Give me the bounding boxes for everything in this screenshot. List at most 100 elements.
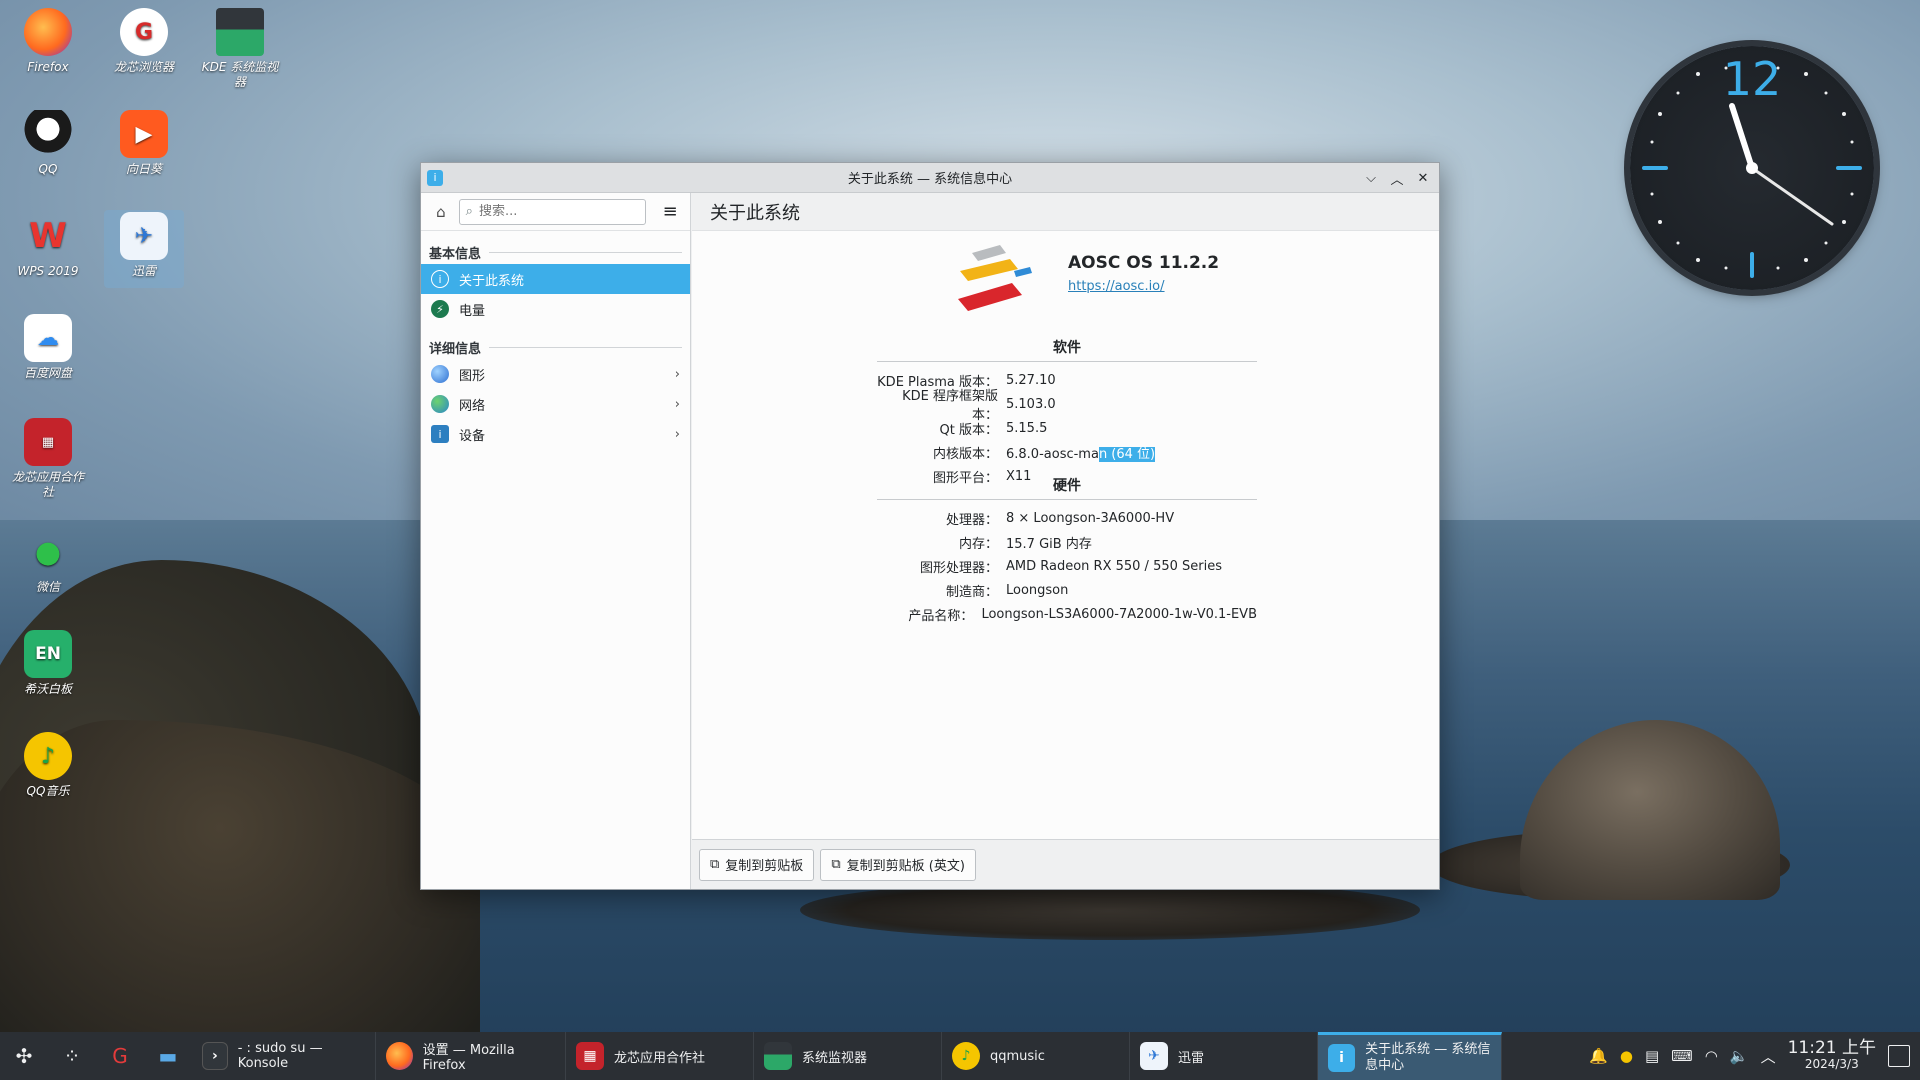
clock-date: 2024/3/3 (1804, 1057, 1859, 1071)
clock-face-icon (1642, 66, 1862, 278)
qqmusic-icon: ♪ (952, 1042, 980, 1070)
task-konsole[interactable]: › - : sudo su — Konsole (192, 1032, 376, 1080)
task-label: 设置 — Mozilla Firefox (422, 1043, 515, 1073)
info-key: 处理器： (945, 512, 998, 528)
hardware-header: 硬件 (877, 475, 1257, 500)
wechat-icon: ● (34, 534, 62, 570)
info-row: 内核版本： 6.8.0-aosc-man (64 位) (877, 440, 1257, 464)
sidebar-item-devices[interactable]: i 设备 › (421, 419, 690, 449)
text-selection: n (64 位) (1098, 446, 1156, 462)
desktop-icon-xunlei[interactable]: ✈ 迅雷 (104, 210, 184, 288)
task-system-monitor[interactable]: 系统监视器 (754, 1032, 942, 1080)
devices-icon: i (431, 425, 449, 443)
info-icon: i (431, 270, 449, 288)
wifi-icon[interactable]: ◠ (1705, 1047, 1718, 1065)
show-desktop-icon[interactable] (1888, 1045, 1910, 1067)
section-basic-info: 基本信息 (421, 231, 690, 264)
baidu-netdisk-icon: ☁ (24, 314, 72, 362)
sidebar-item-network[interactable]: 网络 › (421, 389, 690, 419)
info-value: 5.27.10 (1006, 372, 1056, 388)
desktop-icon-firefox[interactable]: Firefox (8, 8, 88, 75)
hamburger-menu-icon[interactable]: ≡ (658, 200, 682, 224)
taskbar: ✣ ⁘ G ▬ › - : sudo su — Konsole 设置 — Moz… (0, 1032, 1920, 1080)
sunlogin-icon: ▶ (120, 110, 168, 158)
info-icon: i (1328, 1043, 1356, 1072)
wps-icon: W (29, 215, 67, 256)
desktop-icon-label: QQ (38, 162, 58, 176)
copy-english-button[interactable]: ⧉ 复制到剪贴板 (英文) (820, 848, 976, 881)
volume-icon[interactable]: 🔈 (1730, 1047, 1749, 1065)
clock-widget: 12 (1630, 46, 1874, 290)
desktop-icon-label: 龙芯浏览器 (113, 60, 174, 74)
search-field[interactable]: ⌕ (458, 198, 647, 225)
home-icon[interactable]: ⌂ (429, 200, 453, 224)
info-row: 产品名称： Loongson-LS3A6000-7A2000-1w-V0.1-E… (877, 602, 1257, 626)
main-panel: 关于此系统 AOSC OS 11.2.2 https://aosc.io/ 软件… (692, 193, 1439, 889)
sidebar-item-graphics[interactable]: 图形 › (421, 359, 690, 389)
taskbar-clock[interactable]: 11:21 上午 2024/3/3 (1788, 1040, 1876, 1072)
application-launcher-icon[interactable]: ✣ (0, 1032, 48, 1080)
chevron-up-icon[interactable]: ︿ (1761, 1046, 1776, 1067)
desktop-icon-qqmusic[interactable]: ♪ QQ音乐 (8, 732, 88, 799)
task-label: - : sudo su — Konsole (237, 1041, 323, 1071)
info-value: AMD Radeon RX 550 / 550 Series (1006, 558, 1222, 574)
minimize-icon[interactable]: ⌵ (1361, 168, 1381, 188)
task-loongson-store[interactable]: ▦ 龙芯应用合作社 (566, 1032, 754, 1080)
xunlei-icon: ✈ (1140, 1042, 1168, 1070)
window-titlebar[interactable]: i 关于此系统 — 系统信息中心 ⌵ ︿ ✕ (421, 163, 1439, 193)
chevron-right-icon: › (674, 426, 680, 442)
desktop-icon-wps[interactable]: W WPS 2019 (8, 212, 88, 279)
desktop-icon-label: 向日葵 (125, 162, 162, 176)
copy-icon: ⧉ (710, 857, 720, 872)
close-icon[interactable]: ✕ (1413, 168, 1433, 188)
sidebar-item-label: 图形 (459, 368, 486, 384)
task-xunlei[interactable]: ✈ 迅雷 (1130, 1032, 1318, 1080)
task-label: 迅雷 (1178, 1050, 1205, 1066)
aosc-logo-icon (948, 241, 1034, 321)
seewo-icon: EN (24, 630, 72, 678)
action-bar: ⧉ 复制到剪贴板 ⧉ 复制到剪贴板 (英文) (692, 839, 1439, 889)
desktop-icon-label: 希沃白板 (23, 682, 72, 696)
desktop-icon-sunlogin[interactable]: ▶ 向日葵 (104, 110, 184, 177)
window-controls: ⌵ ︿ ✕ (1361, 168, 1433, 188)
desktop-icon-loongson-store[interactable]: ▦ 龙芯应用合作社 (8, 418, 88, 500)
desktop-icon-baidu-netdisk[interactable]: ☁ 百度网盘 (8, 314, 88, 381)
desktop-icon-wechat[interactable]: ● 微信 (8, 528, 88, 595)
konsole-icon: › (202, 1042, 228, 1070)
chevron-right-icon: › (674, 366, 680, 382)
desktop-icon-label: 龙芯应用合作社 (11, 470, 84, 499)
os-website-link[interactable]: https://aosc.io/ (1068, 279, 1165, 294)
info-key: 图形处理器： (919, 560, 998, 576)
sidebar-item-label: 关于此系统 (459, 273, 525, 289)
system-tray: 🔔 ● ▤ ⌨ ◠ 🔈 ︿ 11:21 上午 2024/3/3 (1589, 1032, 1920, 1080)
keyboard-icon[interactable]: ⌨ (1671, 1047, 1693, 1065)
task-firefox[interactable]: 设置 — Mozilla Firefox (376, 1032, 566, 1080)
kernel-version-value[interactable]: 6.8.0-aosc-man (64 位) (1002, 443, 1257, 462)
copy-button[interactable]: ⧉ 复制到剪贴板 (699, 848, 815, 881)
loongson-browser-icon[interactable]: G (96, 1032, 144, 1080)
activities-icon[interactable]: ⁘ (48, 1032, 96, 1080)
task-info-center[interactable]: i 关于此系统 — 系统信息中心 (1318, 1032, 1502, 1080)
battery-icon: ⚡ (431, 300, 449, 318)
qqmusic-icon: ♪ (24, 732, 72, 780)
desktop-icon-system-monitor[interactable]: KDE 系统监视器 (200, 8, 280, 90)
desktop-icon-qq[interactable]: QQ (8, 110, 88, 177)
qqmusic-tray-icon[interactable]: ● (1620, 1047, 1633, 1065)
desktop-icon-seewo[interactable]: EN 希沃白板 (8, 630, 88, 697)
info-value: 5.15.5 (1006, 420, 1048, 436)
info-row: 制造商： Loongson (877, 578, 1257, 602)
sidebar-item-about[interactable]: i 关于此系统 (421, 264, 690, 294)
system-monitor-icon (216, 8, 264, 56)
task-qqmusic[interactable]: ♪ qqmusic (942, 1032, 1130, 1080)
os-name: AOSC OS 11.2.2 (1068, 253, 1220, 273)
maximize-icon[interactable]: ︿ (1387, 168, 1407, 188)
desktop-icon-loongson-browser[interactable]: G 龙芯浏览器 (104, 8, 184, 75)
search-input[interactable] (478, 204, 629, 219)
notification-icon[interactable]: 🔔 (1589, 1047, 1608, 1065)
clipboard-icon[interactable]: ▤ (1645, 1047, 1659, 1065)
graphics-icon (431, 365, 449, 383)
file-manager-icon[interactable]: ▬ (144, 1032, 192, 1080)
info-value: 8 × Loongson-3A6000-HV (1006, 510, 1175, 526)
sidebar-item-power[interactable]: ⚡ 电量 (421, 294, 690, 324)
task-label: 系统监视器 (802, 1050, 868, 1066)
